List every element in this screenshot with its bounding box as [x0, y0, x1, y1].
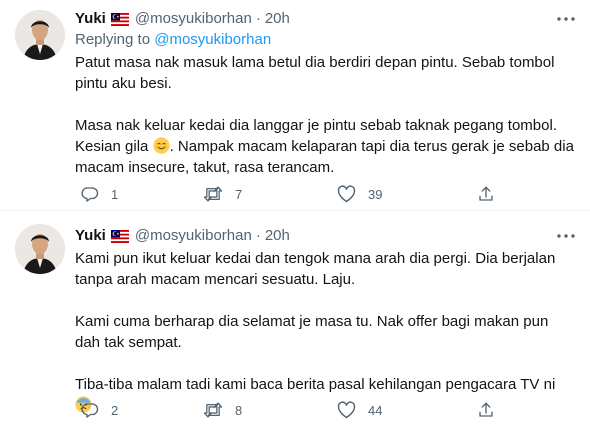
heart-icon: [337, 185, 356, 203]
author-handle[interactable]: @mosyukiborhan: [135, 226, 252, 246]
tweet-text: Patut masa nak masuk lama betul dia berd…: [75, 52, 575, 178]
share-icon: [479, 186, 493, 201]
like-count: 39: [368, 186, 383, 202]
retweet-button[interactable]: 7: [203, 184, 242, 204]
smiling-face-icon: [152, 137, 170, 154]
reply-count: 2: [111, 402, 119, 418]
tweet-divider: [0, 210, 590, 211]
retweet-count: 7: [235, 186, 243, 202]
share-icon: [479, 402, 493, 417]
author-name[interactable]: Yuki: [75, 9, 106, 29]
timestamp[interactable]: 20h: [265, 9, 290, 29]
malaysia-flag-icon: [110, 229, 129, 243]
share-button[interactable]: [477, 400, 495, 420]
reply-context: Replying to @mosyukiborhan: [75, 30, 271, 50]
avatar[interactable]: [15, 10, 65, 60]
reply-prefix: Replying to: [75, 31, 151, 48]
author-handle[interactable]: @mosyukiborhan: [135, 9, 252, 29]
reply-button[interactable]: 1: [81, 184, 118, 204]
separator-dot: ·: [255, 227, 261, 244]
like-button[interactable]: 39: [337, 184, 382, 204]
tweet-actions: 2 8 44: [75, 400, 505, 420]
tweet[interactable]: Yuki @mosyukiborhan · 20h Replying to @m…: [0, 0, 590, 212]
like-count: 44: [368, 402, 383, 418]
heart-icon: [337, 401, 356, 419]
tweet[interactable]: Yuki @mosyukiborhan · 20h Kami pun ikut …: [0, 212, 590, 434]
tweet-paragraph: Patut masa nak masuk lama betul dia berd…: [75, 54, 555, 92]
malaysia-flag-icon: [110, 12, 129, 26]
tweet-text: Kami pun ikut keluar kedai dan tengok ma…: [75, 248, 575, 416]
retweet-icon: [203, 402, 223, 418]
like-button[interactable]: 44: [337, 400, 382, 420]
tweet-header: Yuki @mosyukiborhan · 20h: [75, 226, 290, 246]
paragraph-text: Tiba-tiba malam tadi kami baca berita pa…: [75, 376, 556, 393]
share-button[interactable]: [477, 184, 495, 204]
tweet-actions: 1 7 39: [75, 184, 505, 204]
more-horizontal-icon[interactable]: [556, 226, 576, 246]
tweet-paragraph: Kami cuma berharap dia selamat je masa t…: [75, 313, 549, 351]
reply-count: 1: [111, 186, 119, 202]
tweet-header: Yuki @mosyukiborhan · 20h: [75, 9, 290, 29]
reply-icon: [81, 403, 99, 418]
more-horizontal-icon[interactable]: [556, 9, 576, 29]
tweet-paragraph: Masa nak keluar kedai dia langgar je pin…: [75, 115, 575, 178]
author-name[interactable]: Yuki: [75, 226, 106, 246]
retweet-count: 8: [235, 402, 243, 418]
reply-button[interactable]: 2: [81, 400, 118, 420]
retweet-button[interactable]: 8: [203, 400, 242, 420]
timestamp[interactable]: 20h: [265, 226, 290, 246]
tweet-paragraph: Kami pun ikut keluar kedai dan tengok ma…: [75, 250, 556, 288]
reply-mention-link[interactable]: @mosyukiborhan: [154, 31, 271, 48]
retweet-icon: [203, 186, 223, 202]
separator-dot: ·: [255, 10, 261, 27]
reply-icon: [81, 187, 99, 202]
avatar[interactable]: [15, 224, 65, 274]
